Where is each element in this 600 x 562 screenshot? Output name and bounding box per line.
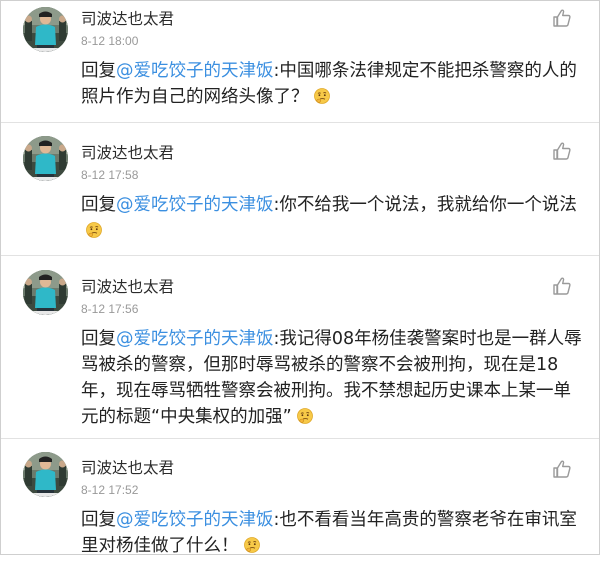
reply-prefix: 回复 (81, 61, 116, 81)
reply-prefix: 回复 (81, 510, 116, 530)
comment-item: 司波达也太君 8-12 18:00 回复@爱吃饺子的天津饭:中国哪条法律规定不能… (1, 1, 599, 123)
comment-item: 司波达也太君 8-12 17:52 回复@爱吃饺子的天津饭:也不看看当年高贵的警… (1, 439, 599, 556)
comment-item: 司波达也太君 8-12 17:56 回复@爱吃饺子的天津饭:我记得08年杨佳袭警… (1, 256, 599, 439)
comment-timestamp: 8-12 18:00 (81, 34, 139, 48)
thinking-face-icon (296, 407, 314, 425)
thinking-face-icon (313, 87, 331, 105)
comment-body-text: :你不给我一个说法，我就给你一个说法 (273, 195, 577, 215)
mention-link[interactable]: @爱吃饺子的天津饭 (116, 329, 274, 349)
thumbs-up-icon[interactable] (551, 140, 573, 162)
comment-username[interactable]: 司波达也太君 (81, 141, 174, 163)
reply-prefix: 回复 (81, 329, 116, 349)
mention-link[interactable]: @爱吃饺子的天津饭 (116, 195, 274, 215)
comment-text: 回复@爱吃饺子的天津饭:也不看看当年高贵的警察老爷在审讯室里对杨佳做了什么！ (81, 507, 585, 559)
comment-timestamp: 8-12 17:58 (81, 168, 139, 182)
comment-text: 回复@爱吃饺子的天津饭:你不给我一个说法，我就给你一个说法 (81, 192, 585, 244)
avatar[interactable] (23, 136, 68, 181)
comment-text: 回复@爱吃饺子的天津饭:中国哪条法律规定不能把杀警察的人的照片作为自己的网络头像… (81, 58, 585, 110)
mention-link[interactable]: @爱吃饺子的天津饭 (116, 510, 274, 530)
avatar[interactable] (23, 270, 68, 315)
comment-username[interactable]: 司波达也太君 (81, 456, 174, 478)
comment-list: 司波达也太君 8-12 18:00 回复@爱吃饺子的天津饭:中国哪条法律规定不能… (0, 0, 600, 556)
comment-timestamp: 8-12 17:56 (81, 302, 139, 316)
thinking-face-icon (243, 536, 261, 554)
thumbs-up-icon[interactable] (551, 7, 573, 29)
comment-username[interactable]: 司波达也太君 (81, 7, 174, 29)
avatar[interactable] (23, 7, 68, 52)
thumbs-up-icon[interactable] (551, 458, 573, 480)
thinking-face-icon (85, 221, 103, 239)
comment-timestamp: 8-12 17:52 (81, 483, 139, 497)
reply-prefix: 回复 (81, 195, 116, 215)
comment-text: 回复@爱吃饺子的天津饭:我记得08年杨佳袭警案时也是一群人辱骂被杀的警察，但那时… (81, 326, 585, 430)
thumbs-up-icon[interactable] (551, 275, 573, 297)
comment-item: 司波达也太君 8-12 17:58 回复@爱吃饺子的天津饭:你不给我一个说法，我… (1, 123, 599, 256)
mention-link[interactable]: @爱吃饺子的天津饭 (116, 61, 274, 81)
comment-username[interactable]: 司波达也太君 (81, 275, 174, 297)
avatar[interactable] (23, 452, 68, 497)
